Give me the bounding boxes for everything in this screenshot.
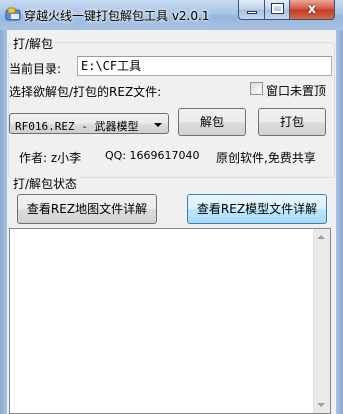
pack-group-legend: 打/解包 (11, 35, 56, 52)
window-border-left (0, 30, 7, 414)
rez-file-select[interactable]: RF016.REZ - 武器模型 (9, 113, 169, 134)
client-area: 打/解包 当前目录: E:\CF工具 选择欲解包/打包的REZ文件: 窗口未置顶… (7, 30, 336, 414)
topmost-label[interactable]: 窗口未置顶 (266, 82, 326, 99)
current-dir-label: 当前目录: (9, 62, 62, 76)
topmost-checkbox[interactable] (250, 82, 263, 95)
maximize-button[interactable] (264, 0, 290, 20)
unpack-button[interactable]: 解包 (178, 108, 246, 136)
close-button[interactable]: x (289, 0, 335, 20)
chevron-down-icon[interactable] (154, 123, 162, 127)
minimize-icon (247, 11, 257, 14)
view-map-details-button[interactable]: 查看REZ地图文件详解 (17, 194, 157, 224)
close-icon: x (307, 2, 317, 17)
license-label: 原创软件,免费共享 (216, 151, 316, 165)
app-icon (5, 7, 21, 21)
author-label: 作者: z小李 (19, 151, 82, 165)
current-dir-field[interactable]: E:\CF工具 (77, 56, 332, 76)
title-bar[interactable]: 穿越火线一键打包解包工具 v2.0.1 x (0, 0, 343, 30)
select-rez-label: 选择欲解包/打包的REZ文件: (9, 85, 162, 99)
window-title: 穿越火线一键打包解包工具 v2.0.1 (24, 9, 210, 23)
qq-label: QQ: 1669617040 (105, 149, 200, 162)
pack-button[interactable]: 打包 (258, 108, 326, 136)
scroll-down-icon[interactable] (317, 403, 325, 407)
window-border-right (336, 30, 343, 414)
scroll-up-icon[interactable] (317, 235, 325, 239)
rez-file-select-value: RF016.REZ - 武器模型 (15, 120, 139, 133)
minimize-button[interactable] (238, 0, 265, 20)
view-model-details-button[interactable]: 查看REZ模型文件详解 (187, 194, 327, 224)
maximize-icon (271, 3, 284, 14)
status-group-legend: 打/解包状态 (11, 175, 80, 192)
status-log-scrollbar[interactable] (313, 229, 330, 413)
status-log-box[interactable] (9, 228, 331, 414)
